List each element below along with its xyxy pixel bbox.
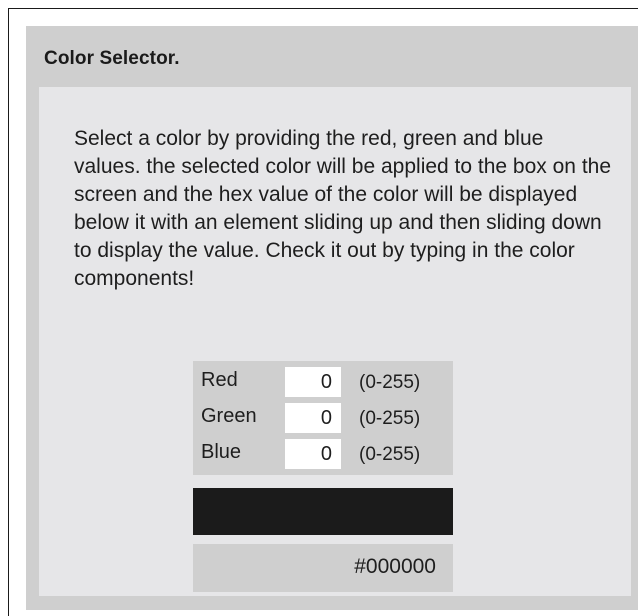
red-range-hint: (0-255) bbox=[359, 372, 421, 393]
color-selector-panel: Color Selector. Select a color by provid… bbox=[26, 26, 638, 610]
blue-range-hint: (0-255) bbox=[359, 444, 421, 465]
red-row: Red (0-255) bbox=[193, 367, 453, 397]
instructions-text: Select a color by providing the red, gre… bbox=[74, 127, 612, 290]
red-input[interactable] bbox=[285, 367, 341, 397]
red-label: Red bbox=[201, 369, 238, 391]
panel-title: Color Selector. bbox=[44, 48, 180, 69]
green-label: Green bbox=[201, 405, 257, 427]
panel-content: Select a color by providing the red, gre… bbox=[39, 87, 631, 596]
green-row: Green (0-255) bbox=[193, 403, 453, 433]
color-form: Red (0-255) Green (0-255) Blue (0-255) bbox=[193, 361, 453, 475]
hex-value: #000000 bbox=[354, 555, 436, 578]
hex-display: #000000 bbox=[193, 544, 453, 592]
blue-label: Blue bbox=[201, 441, 242, 463]
color-swatch bbox=[193, 488, 453, 535]
green-range-hint: (0-255) bbox=[359, 408, 421, 429]
blue-input[interactable] bbox=[285, 439, 341, 469]
green-input[interactable] bbox=[285, 403, 341, 433]
blue-row: Blue (0-255) bbox=[193, 439, 453, 469]
